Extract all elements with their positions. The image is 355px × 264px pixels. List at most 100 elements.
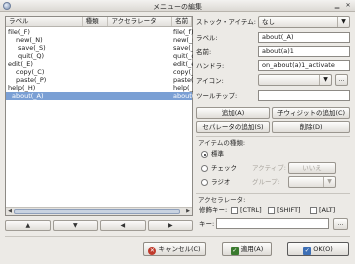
tree-row-label: new(_N) — [16, 36, 43, 44]
column-header-label[interactable]: ラベル — [6, 17, 83, 26]
tree-row-label: edit(_E) — [8, 60, 33, 68]
label-field[interactable]: about(_A) — [258, 32, 350, 43]
tree-row-name: new(_n) — [173, 36, 193, 44]
scroll-left-icon[interactable]: ◀ — [6, 208, 14, 215]
separator — [5, 236, 350, 237]
tree-row-label: help(_H) — [8, 84, 36, 92]
menu-tree[interactable]: ラベル 種類 アクセラレータ 名前 file(_F) file(_f) new(_N… — [5, 16, 193, 216]
icon-select[interactable]: ▼ — [258, 74, 332, 86]
tooltip-field-label: ツールチップ: — [196, 92, 238, 100]
alt-checkbox[interactable] — [310, 207, 317, 214]
key-label: キー: — [199, 220, 215, 228]
alt-label: [ALT] — [319, 206, 336, 214]
tree-row-label: copy(_C) — [16, 68, 45, 76]
group-label: グループ: — [252, 178, 280, 186]
chevron-down-icon: ▼ — [337, 17, 349, 27]
scrollbar-thumb[interactable] — [14, 209, 180, 214]
scroll-right-icon[interactable]: ▶ — [184, 208, 192, 215]
move-right-button[interactable]: ▶ — [147, 220, 193, 231]
shift-checkbox[interactable] — [268, 207, 275, 214]
move-down-button[interactable]: ▼ — [52, 220, 98, 231]
name-field[interactable]: about(a)1 — [258, 46, 350, 57]
tree-row[interactable]: copy(_C) copy(_c) — [6, 68, 193, 76]
tree-row[interactable]: help(_H) help(_h) — [6, 84, 193, 92]
name-field-label: 名前: — [196, 48, 212, 56]
tree-row-name: help(_h) — [173, 84, 193, 92]
radio-check[interactable] — [201, 165, 208, 172]
radio-radio[interactable] — [201, 179, 208, 186]
radio-radio-label: ラジオ — [211, 178, 231, 186]
accelerator-title: アクセラレータ: — [198, 196, 246, 204]
add-child-button[interactable]: 子ウィジットの追加(C) — [272, 107, 350, 119]
tree-row[interactable]: new(_N) new(_n) — [6, 36, 193, 44]
ctrl-label: [CTRL] — [240, 206, 262, 214]
handler-field-label: ハンドラ: — [196, 62, 225, 70]
shift-label: [SHIFT] — [277, 206, 301, 214]
radio-standard-label: 標準 — [211, 150, 224, 158]
tooltip-field[interactable] — [258, 90, 350, 101]
label-field-label: ラベル: — [196, 34, 218, 42]
minimize-icon[interactable]: ▁ — [333, 2, 341, 10]
add-separator-button[interactable]: セパレータの追加(S) — [196, 121, 270, 133]
key-browse-button[interactable]: ... — [333, 218, 348, 230]
radio-standard[interactable] — [201, 151, 208, 158]
tree-rows: file(_F)file(_f)new(_N)new(_n)save(_S)sa… — [6, 28, 193, 100]
icon-browse-button[interactable]: ... — [335, 74, 348, 86]
tree-row-name: save(_s) — [173, 44, 193, 52]
stock-item-label: ストック・アイテム: — [196, 18, 256, 26]
tree-row[interactable]: save(_S) save(_s) — [6, 44, 193, 52]
tree-row[interactable]: paste(_P) paste(_p) — [6, 76, 193, 84]
separator — [196, 193, 350, 194]
apply-button-label: 適用(A) — [240, 245, 264, 253]
move-left-button[interactable]: ◀ — [100, 220, 146, 231]
tree-row-name: about(_a) — [173, 92, 193, 100]
separator — [196, 136, 350, 137]
key-field[interactable] — [216, 218, 329, 229]
tree-row[interactable]: file(_F) file(_f) — [6, 28, 193, 36]
chevron-down-icon: ▼ — [323, 177, 335, 187]
tree-row[interactable]: about(_A) about(_a) — [6, 92, 193, 100]
apply-button[interactable]: ✓ 適用(A) — [222, 242, 272, 256]
icon-field-label: アイコン: — [196, 77, 224, 85]
tree-row-name: quit(_q) — [173, 52, 193, 60]
apply-icon: ✓ — [230, 247, 239, 255]
active-toggle[interactable]: いいえ — [288, 162, 336, 174]
tree-row-name: file(_f) — [173, 28, 193, 36]
title-bar: メニューの編集 ▁ ✕ — [0, 0, 355, 12]
tree-row-name: edit(_e) — [173, 60, 193, 68]
chevron-down-icon: ▼ — [319, 75, 331, 85]
handler-field[interactable]: on_about(a)1_activate — [258, 60, 350, 71]
column-header-accelerator[interactable]: アクセラレータ — [108, 17, 173, 26]
tree-row-label: about(_A) — [12, 92, 44, 100]
ok-button[interactable]: ✓ OK(O) — [287, 242, 349, 256]
stock-item-value: なし — [262, 18, 275, 26]
delete-button[interactable]: 削除(D) — [272, 121, 350, 133]
move-buttons: ▲ ▼ ◀ ▶ — [5, 220, 193, 231]
tree-row-name: paste(_p) — [173, 76, 193, 84]
tree-row-label: save(_S) — [18, 44, 46, 52]
ok-button-label: OK(O) — [313, 245, 333, 253]
tree-row[interactable]: quit(_Q) quit(_q) — [6, 52, 193, 60]
tree-row-label: paste(_P) — [16, 76, 47, 84]
ctrl-checkbox[interactable] — [231, 207, 238, 214]
tree-row-label: file(_F) — [8, 28, 30, 36]
move-up-button[interactable]: ▲ — [5, 220, 51, 231]
cancel-button[interactable]: ✕ キャンセル(C) — [143, 242, 206, 256]
column-header-type[interactable]: 種類 — [83, 17, 109, 26]
add-button[interactable]: 追加(A) — [196, 107, 270, 119]
tree-row-label: quit(_Q) — [18, 52, 45, 60]
stock-item-select[interactable]: なし ▼ — [258, 16, 350, 28]
item-type-title: アイテムの種類: — [198, 139, 246, 147]
cancel-button-label: キャンセル(C) — [158, 245, 201, 253]
tree-row[interactable]: edit(_E) edit(_e) — [6, 60, 193, 68]
radio-check-label: チェック — [211, 164, 237, 172]
horizontal-scrollbar[interactable]: ◀ ▶ — [6, 207, 192, 215]
group-select[interactable]: ▼ — [288, 176, 336, 188]
column-header-name[interactable]: 名前 — [172, 17, 193, 26]
tree-header: ラベル 種類 アクセラレータ 名前 — [6, 17, 193, 27]
cancel-icon: ✕ — [148, 247, 157, 255]
window-title: メニューの編集 — [153, 3, 202, 11]
active-label: アクティブ: — [252, 164, 286, 172]
close-icon[interactable]: ✕ — [344, 2, 352, 10]
modifier-label: 修飾キー: — [199, 206, 228, 214]
